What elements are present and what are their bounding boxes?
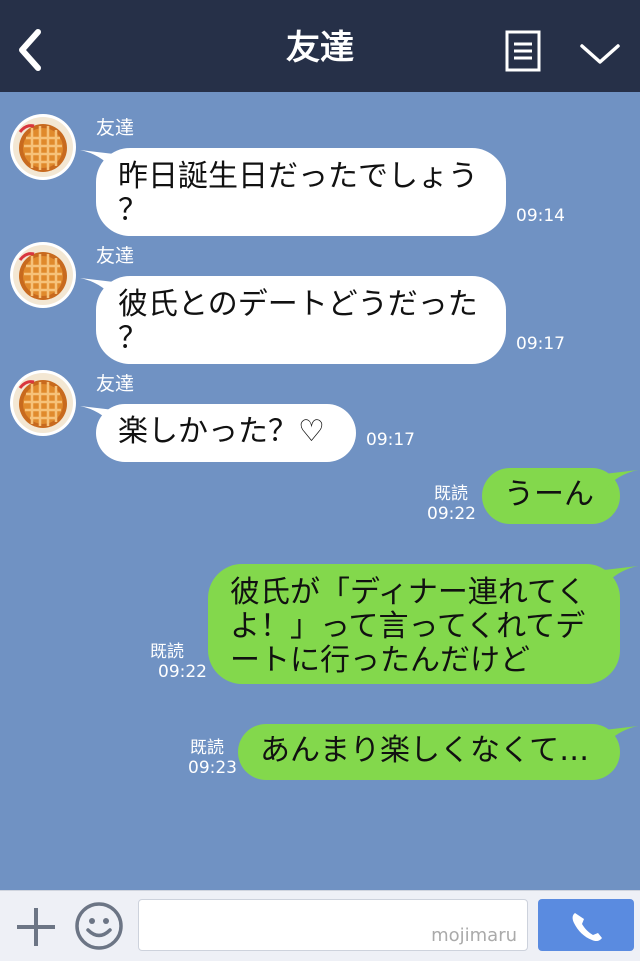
message-line: 楽しかった？♡ — [118, 414, 325, 449]
message-list[interactable]: 友達 昨日誕生日だったでしょう ？ 09:14 友達 彼氏とのデートどうだった … — [0, 92, 640, 890]
message-line: 昨日誕生日だったでしょう — [118, 159, 478, 194]
message-bubble[interactable]: 彼氏が「ディナー連れてく よ！」って言ってくれてデ ートに行ったんだけど — [208, 564, 620, 684]
input-bar: mojimaru — [0, 890, 640, 961]
read-receipt: 既読 — [190, 738, 224, 758]
friend-avatar[interactable] — [10, 370, 76, 436]
message-line: よ！」って言ってくれてデ — [230, 609, 586, 644]
message-line: うーん — [504, 477, 594, 512]
plus-icon[interactable] — [14, 905, 58, 949]
chevron-down-icon[interactable] — [578, 40, 622, 68]
menu-icon[interactable] — [505, 30, 541, 72]
bubble-tail — [604, 566, 638, 586]
bubble-tail — [604, 470, 638, 490]
chat-header: 友達 — [0, 0, 640, 92]
sender-name: 友達 — [96, 373, 135, 395]
bubble-tail — [604, 726, 638, 746]
message-time: 09:22 — [158, 662, 207, 682]
sender-name: 友達 — [96, 117, 135, 139]
message-bubble[interactable]: 昨日誕生日だったでしょう ？ — [96, 148, 506, 236]
friend-avatar[interactable] — [10, 242, 76, 308]
message-line: ートに行ったんだけど — [230, 643, 530, 678]
phone-icon — [572, 913, 602, 942]
message-bubble[interactable]: 彼氏とのデートどうだった ？ — [96, 276, 506, 364]
call-button[interactable] — [538, 899, 634, 951]
message-input[interactable]: mojimaru — [138, 899, 528, 951]
chat-title: 友達 — [286, 28, 354, 68]
message-bubble[interactable]: あんまり楽しくなくて… — [238, 724, 620, 780]
message-line: ？ — [118, 321, 148, 356]
message-time: 09:17 — [366, 430, 415, 450]
read-receipt: 既読 — [434, 484, 468, 504]
message-time: 09:17 — [516, 334, 565, 354]
message-time: 09:23 — [188, 758, 237, 778]
message-bubble[interactable]: うーん — [482, 468, 620, 524]
message-line: 彼氏とのデートどうだった — [118, 287, 478, 322]
read-receipt: 既読 — [150, 642, 184, 662]
watermark: mojimaru — [431, 925, 517, 946]
message-line: あんまり楽しくなくて… — [260, 733, 590, 768]
smiley-icon[interactable] — [74, 901, 124, 951]
message-time: 09:14 — [516, 206, 565, 226]
message-line: 彼氏が「ディナー連れてく — [230, 575, 587, 610]
message-line: ？ — [118, 193, 148, 228]
message-time: 09:22 — [427, 504, 476, 524]
message-bubble[interactable]: 楽しかった？♡ — [96, 404, 356, 462]
friend-avatar[interactable] — [10, 114, 76, 180]
sender-name: 友達 — [96, 245, 135, 267]
